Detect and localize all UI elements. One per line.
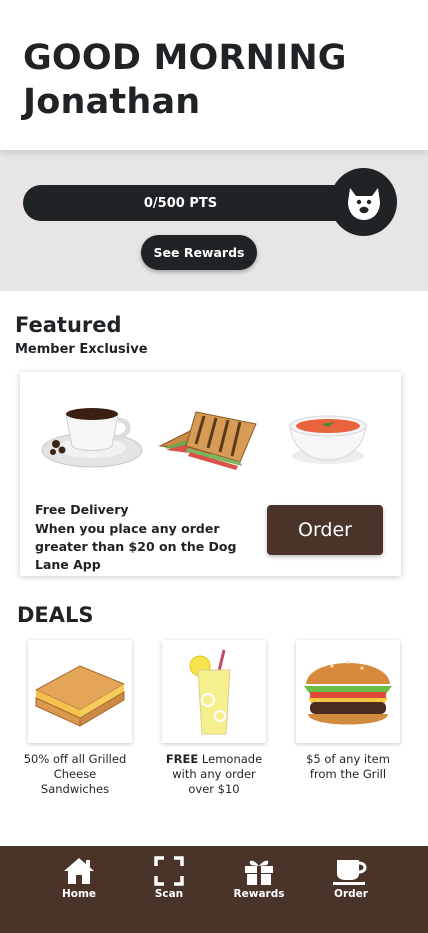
greeting-line: GOOD MORNING [23,38,347,78]
greeting-header: GOOD MORNING Jonathan [0,0,428,150]
nav-scan[interactable]: Scan [134,856,204,900]
scan-icon [154,856,184,886]
nav-order-label: Order [334,888,368,900]
points-progress-bar: 0/500 PTS [23,185,358,221]
featured-card[interactable]: Free Delivery When you place any order g… [20,372,401,576]
deal-body-text: $5 of any item from the Grill [306,752,390,781]
burger-image [304,660,392,725]
lemonade-image [189,649,231,735]
dog-avatar[interactable] [330,168,397,236]
coffee-cup-image [41,408,143,468]
featured-subtitle: Member Exclusive [15,342,148,357]
nav-home-label: Home [61,888,97,900]
bottom-nav: Home Scan Rewards Order [0,846,428,933]
home-icon [64,858,94,884]
deals-title: DEALS [17,603,94,627]
deal-body-text: 50% off all Grilled Cheese Sandwiches [23,752,127,796]
deal-grilled-cheese-text: 50% off all Grilled Cheese Sandwiches [23,752,127,797]
promo-heading: Free Delivery [35,502,129,517]
nav-order[interactable]: Order [316,856,386,900]
nav-rewards[interactable]: Rewards [224,856,294,900]
dog-face-icon [347,188,380,220]
featured-title: Featured [15,313,122,337]
deal-grilled-cheese-card[interactable] [28,640,132,743]
tomato-soup-image [289,415,367,464]
nav-rewards-label: Rewards [233,888,285,900]
deal-lemonade-text: FREE Lemonade with any order over $10 [162,752,266,797]
nav-home[interactable]: Home [44,856,114,900]
panini-image [158,411,257,470]
cup-icon [333,860,367,885]
points-label: 0/500 PTS [143,195,218,211]
grilled-cheese-image [34,665,126,727]
deal-bold-text: FREE [165,752,199,766]
nav-scan-label: Scan [154,888,184,900]
featured-order-button[interactable]: Order [267,505,383,555]
promo-body: When you place any order greater than $2… [35,521,237,572]
deal-burger-card[interactable] [296,640,400,743]
user-name: Jonathan [23,82,201,122]
see-rewards-button[interactable]: See Rewards [141,235,257,270]
greeting-text: GOOD MORNING Jonathan [23,36,347,124]
deal-burger-text: $5 of any item from the Grill [296,752,400,782]
deal-lemonade-card[interactable] [162,640,266,743]
gift-icon [245,860,273,885]
